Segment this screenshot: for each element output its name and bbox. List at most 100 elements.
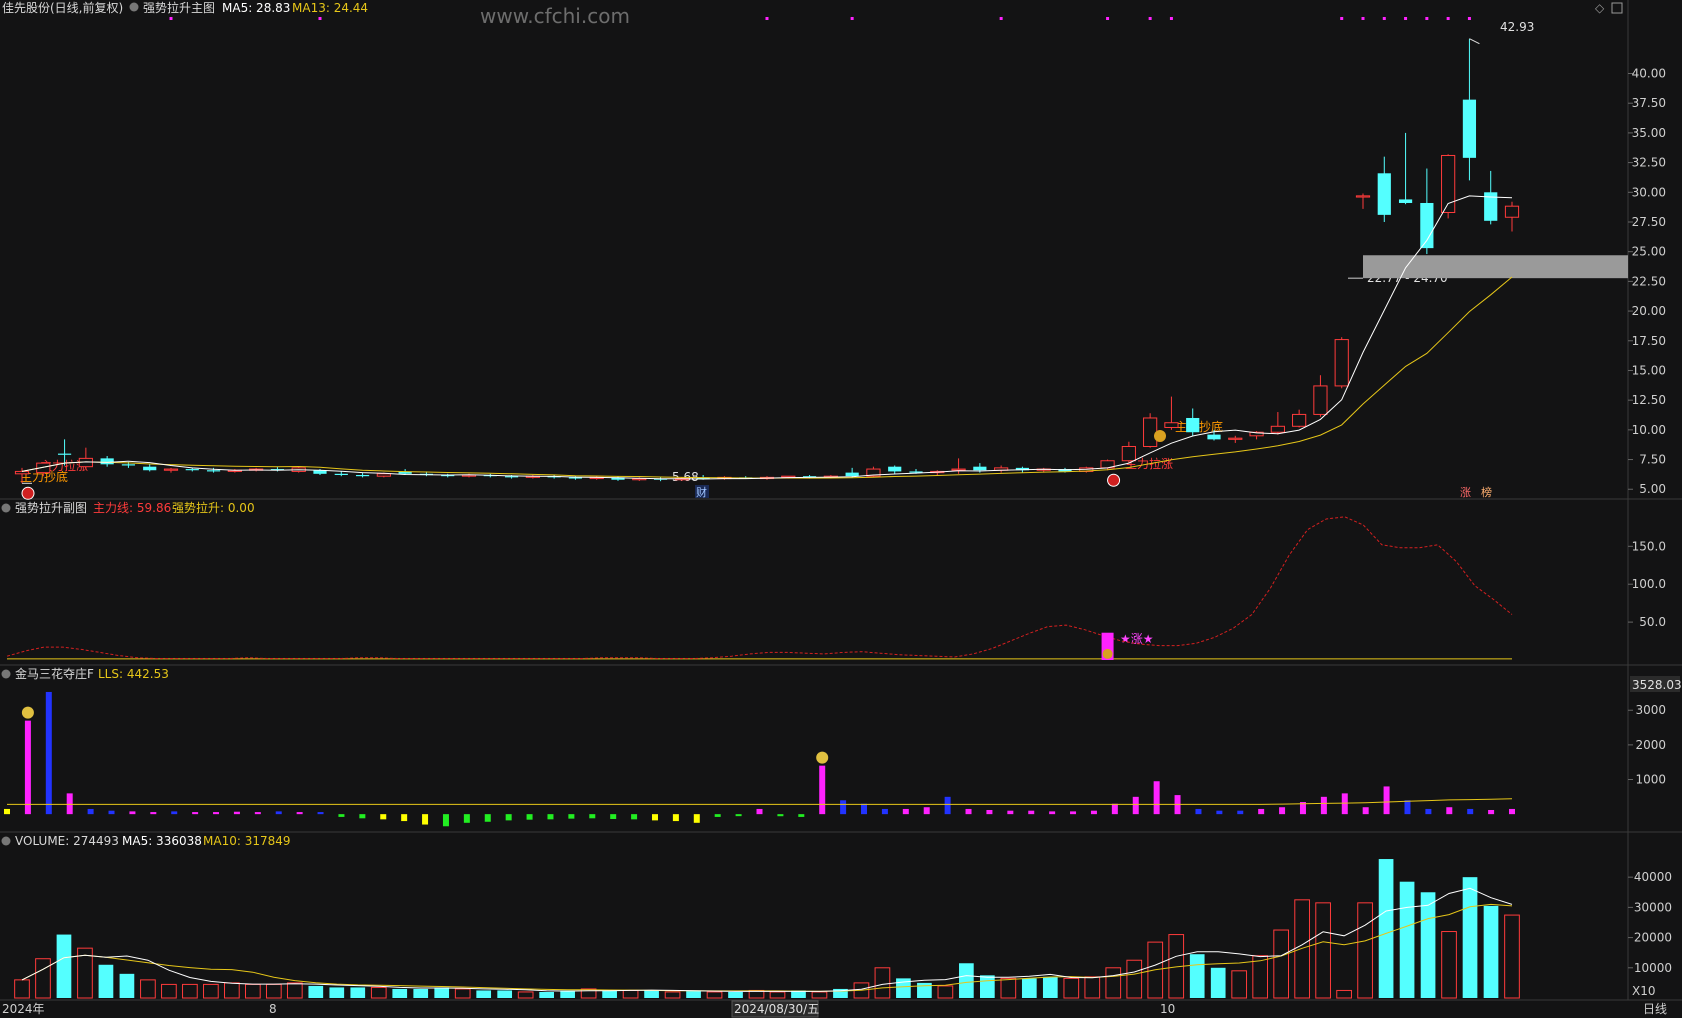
volume-bar	[182, 983, 198, 999]
lls-bar	[1509, 808, 1515, 815]
volume-unit-label: X10	[1632, 984, 1656, 998]
ma13-label: MA13: 24.44	[292, 1, 368, 15]
sub1-title[interactable]: 强势拉升副图	[15, 500, 87, 515]
collapse-icon[interactable]	[1, 669, 11, 679]
volume-title[interactable]: VOLUME: 274493	[15, 834, 119, 848]
diamond-icon[interactable]: ◇	[1595, 1, 1605, 15]
flower-signal-icon	[816, 751, 829, 764]
lls-bar	[1383, 786, 1390, 815]
lls-bar	[1488, 809, 1495, 815]
sub1-tick-label: 150.0	[1632, 539, 1666, 553]
lls-bar	[610, 814, 617, 819]
ma5-line	[21, 195, 1513, 480]
volume-bar	[1231, 970, 1248, 999]
x-label-aug: 8	[269, 1002, 277, 1016]
lls-bar	[589, 814, 596, 819]
ma13-line	[21, 276, 1513, 479]
volume-tick-label: 30000	[1634, 900, 1672, 914]
candle	[334, 473, 348, 475]
volume-bar	[350, 987, 366, 998]
lls-bar	[66, 793, 73, 815]
volume-tick-label: 10000	[1634, 961, 1672, 975]
lls-bar	[1049, 811, 1056, 815]
lls-bar	[442, 814, 449, 827]
lls-bar	[233, 811, 240, 815]
volume-tick-label: 20000	[1634, 931, 1672, 945]
top-signal-dot	[1382, 17, 1386, 20]
volume-bar	[329, 987, 345, 998]
main-indicator-name[interactable]: 强势拉升主图	[143, 0, 215, 15]
maximize-icon[interactable]	[1611, 2, 1623, 14]
lls-bar	[171, 811, 178, 815]
candle	[14, 470, 30, 475]
watermark: www.cfchi.com	[480, 4, 630, 28]
lls-bar	[840, 800, 847, 815]
stock-chart-window: www.cfchi.com 佳先股份(日线,前复权) 强势拉升主图 MA5: 2…	[0, 0, 1682, 1018]
candle	[1420, 202, 1434, 249]
lls-bar	[338, 814, 345, 817]
lls-bar	[651, 814, 658, 821]
volume-bar	[1336, 989, 1352, 999]
sub1-tick-label: 100.0	[1632, 577, 1666, 591]
price-tick-label: 7.50	[1639, 453, 1666, 467]
price-tick-label: 20.00	[1632, 304, 1666, 318]
price-tick-label: 15.00	[1632, 363, 1666, 377]
lls-bar	[45, 691, 52, 815]
top-signal-dot	[1361, 17, 1365, 20]
lls-bar	[213, 812, 220, 815]
volume-bar	[517, 991, 534, 999]
sub2-tick-label: 1000	[1635, 773, 1666, 787]
volume-bar	[245, 983, 261, 999]
lls-bar	[798, 814, 805, 817]
volume-bar	[644, 990, 659, 998]
finance-badge-text: 财	[696, 485, 707, 499]
x-label-cursor-date: 2024/08/30/五	[734, 1002, 819, 1016]
volume-bar	[728, 991, 743, 998]
volume-bar	[1420, 892, 1436, 998]
candle	[57, 453, 72, 455]
lls-bar	[1341, 793, 1348, 815]
volume-bar	[602, 990, 617, 998]
volume-ma5-label: MA5: 336038	[122, 834, 202, 848]
candle	[376, 473, 391, 477]
support-band	[1363, 255, 1628, 279]
lls-bar	[1258, 808, 1265, 815]
price-tick-label: 22.50	[1632, 274, 1666, 288]
chart-canvas[interactable]: www.cfchi.com 佳先股份(日线,前复权) 强势拉升主图 MA5: 2…	[0, 0, 1682, 1018]
candle	[1355, 195, 1371, 198]
volume-bar	[1378, 859, 1394, 998]
main-force-line-label: 主力线: 59.86	[93, 501, 171, 515]
collapse-icon[interactable]	[1, 836, 11, 846]
volume-bar	[539, 991, 554, 998]
lls-bar	[881, 808, 888, 815]
volume-bar	[35, 958, 51, 999]
sub2-max-label: 3528.03	[1632, 678, 1682, 692]
ranking-badge[interactable]: 榜	[1481, 485, 1492, 499]
flower-signal-icon	[21, 706, 34, 719]
volume-bar	[1399, 881, 1415, 998]
volume-bar	[224, 982, 240, 999]
candle	[1121, 445, 1136, 462]
collapse-icon[interactable]	[1, 503, 11, 513]
limit-up-badge[interactable]: 涨	[1460, 486, 1471, 499]
price-tick-label: 32.50	[1632, 156, 1666, 170]
lls-bar	[484, 814, 491, 822]
lls-bar	[1216, 810, 1223, 815]
lls-bar	[777, 814, 784, 817]
volume-bar	[454, 988, 471, 999]
sub2-tick-label: 2000	[1635, 738, 1666, 752]
x-label-period: 日线	[1643, 1002, 1667, 1016]
lls-bar	[1132, 796, 1139, 815]
lls-bar	[1446, 807, 1453, 815]
price-tick-label: 25.00	[1632, 245, 1666, 259]
sub2-title[interactable]: 金马三花夺庄F	[15, 666, 94, 681]
sub1-panel: 50.0 100.0 150.0	[6, 516, 1666, 660]
volume-bar	[434, 987, 450, 998]
volume-bar	[1042, 976, 1058, 998]
price-tick-label: 5.00	[1639, 482, 1666, 496]
lls-bar	[631, 814, 638, 820]
lls-bar	[296, 812, 303, 815]
lls-bar	[275, 811, 282, 815]
lls-bar	[317, 812, 324, 815]
collapse-icon[interactable]	[129, 2, 139, 12]
